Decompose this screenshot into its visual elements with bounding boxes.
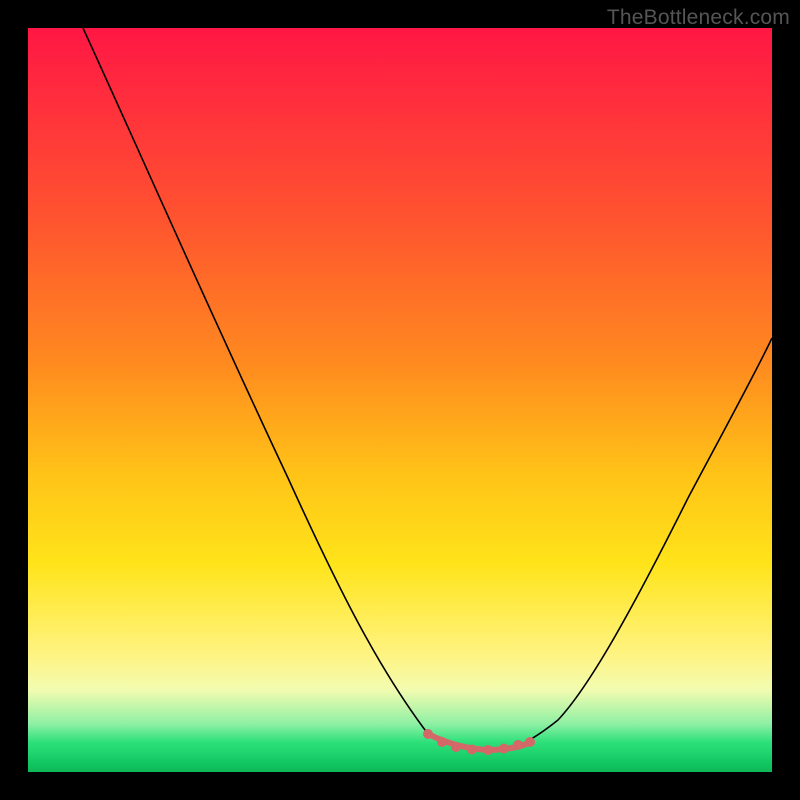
plot-area: [28, 28, 772, 772]
optimal-dot: [467, 745, 477, 755]
bottleneck-curve: [83, 28, 772, 750]
optimal-dot: [513, 740, 523, 750]
optimal-dot: [483, 745, 493, 755]
optimal-dot: [423, 729, 433, 739]
optimal-dot: [437, 737, 447, 747]
optimal-dot: [499, 744, 509, 754]
optimal-dot: [451, 742, 461, 752]
curve-svg: [28, 28, 772, 772]
chart-frame: TheBottleneck.com: [0, 0, 800, 800]
watermark-text: TheBottleneck.com: [607, 6, 790, 30]
optimal-dot: [525, 737, 535, 747]
